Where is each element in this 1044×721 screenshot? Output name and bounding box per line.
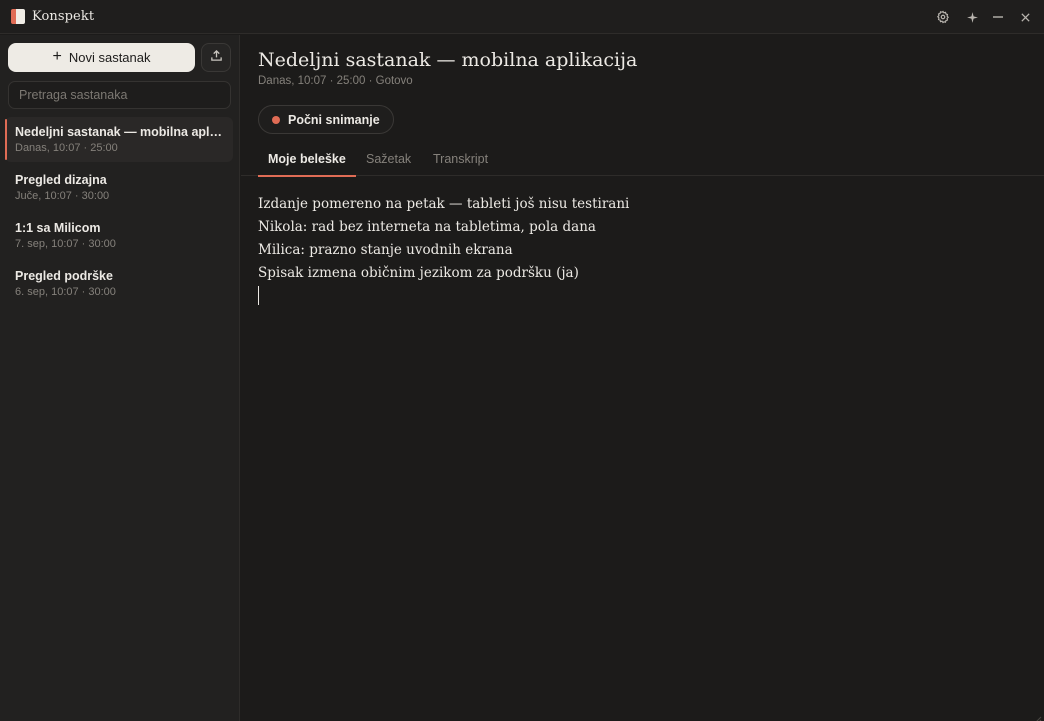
- minimize-icon: [992, 11, 1004, 23]
- close-icon: [1020, 12, 1031, 23]
- app-window: Konspekt + Novi sastanak Pretraga sastan…: [0, 0, 1044, 721]
- meeting-list: Nedeljni sastanak — mobilna aplikacija D…: [5, 117, 233, 309]
- export-button[interactable]: [201, 43, 231, 72]
- text-caret: [258, 286, 259, 305]
- record-dot-icon: [272, 115, 280, 124]
- meeting-meta: Danas, 10:07 · 25:00: [15, 142, 118, 154]
- close-button[interactable]: [1017, 9, 1033, 25]
- start-recording-button[interactable]: Počni snimanje: [258, 105, 394, 134]
- settings-button[interactable]: [935, 9, 951, 25]
- meeting-meta: 7. sep, 10:07 · 30:00: [15, 238, 116, 250]
- resize-grip-icon[interactable]: [1034, 711, 1042, 721]
- tab-transcript[interactable]: Transkript: [433, 152, 488, 176]
- notes-editor[interactable]: Izdanje pomereno na petak — tableti još …: [258, 195, 1018, 305]
- meeting-meta: 6. sep, 10:07 · 30:00: [15, 286, 116, 298]
- start-recording-label: Počni snimanje: [288, 112, 380, 127]
- meeting-item-design-review[interactable]: Pregled dizajna Juče, 10:07 · 30:00: [5, 165, 233, 210]
- meeting-title: Pregled dizajna: [15, 173, 107, 187]
- app-title: Konspekt: [32, 9, 95, 24]
- app-logo-icon: [11, 9, 25, 24]
- tab-bar: Moje beleške Sažetak Transkript: [241, 142, 1044, 177]
- meeting-title: 1:1 sa Milicom: [15, 221, 101, 235]
- gear-icon: [936, 10, 950, 24]
- meeting-title: Pregled podrške: [15, 269, 113, 283]
- tab-my-notes[interactable]: Moje beleške: [258, 152, 356, 177]
- note-line: Milica: prazno stanje uvodnih ekrana: [258, 242, 513, 258]
- meeting-title: Nedeljni sastanak — mobilna aplikacija: [15, 125, 225, 139]
- upload-icon: [210, 49, 223, 67]
- sparkle-icon: [966, 11, 979, 24]
- minimize-button[interactable]: [990, 9, 1006, 25]
- ai-assistant-button[interactable]: [964, 9, 980, 25]
- main-panel: Nedeljni sastanak — mobilna aplikacija D…: [241, 35, 1044, 721]
- note-line: Izdanje pomereno na petak — tableti još …: [258, 196, 630, 212]
- plus-icon: +: [52, 48, 62, 65]
- tab-summary[interactable]: Sažetak: [366, 152, 411, 176]
- meeting-item-support-review[interactable]: Pregled podrške 6. sep, 10:07 · 30:00: [5, 261, 233, 306]
- new-meeting-button[interactable]: + Novi sastanak: [8, 43, 195, 72]
- note-line: Spisak izmena običnim jezikom za podršku…: [258, 265, 579, 281]
- meeting-item-weekly-mobile[interactable]: Nedeljni sastanak — mobilna aplikacija D…: [5, 117, 233, 162]
- page-meta: Danas, 10:07 · 25:00 · Gotovo: [258, 75, 413, 87]
- sidebar: + Novi sastanak Nedeljni sastanak — mobi…: [0, 35, 240, 721]
- search-input[interactable]: [8, 81, 231, 109]
- page-title: Nedeljni sastanak — mobilna aplikacija: [258, 49, 638, 71]
- meeting-item-one-on-one[interactable]: 1:1 sa Milicom 7. sep, 10:07 · 30:00: [5, 213, 233, 258]
- note-line: Nikola: rad bez interneta na tabletima, …: [258, 219, 596, 235]
- title-bar: Konspekt: [0, 0, 1044, 34]
- meeting-meta: Juče, 10:07 · 30:00: [15, 190, 110, 202]
- new-meeting-label: Novi sastanak: [68, 50, 151, 65]
